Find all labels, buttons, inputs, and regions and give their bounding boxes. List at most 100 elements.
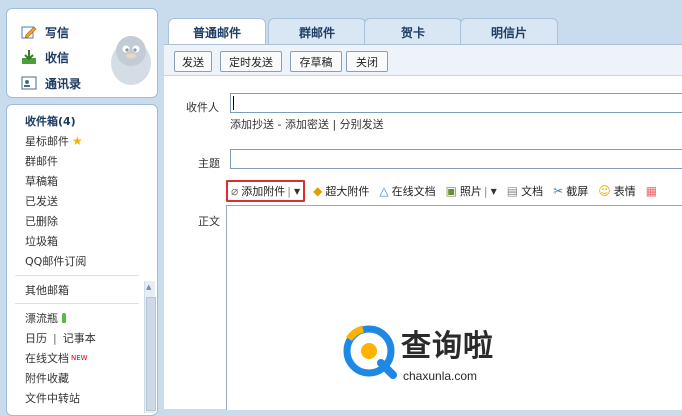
emoji-button[interactable]: ☺ 表情: [598, 183, 636, 199]
divider-text: |: [287, 184, 291, 198]
folder-qq-subscriptions[interactable]: QQ邮件订阅: [25, 252, 86, 270]
recipient-options: 添加抄送 - 添加密送 | 分别发送: [230, 116, 384, 132]
tab-label: 贺卡: [400, 25, 425, 40]
online-doc-icon: △: [379, 184, 389, 198]
text-caret: [233, 96, 234, 110]
separator: |: [328, 118, 340, 131]
more-tools-button[interactable]: ▦: [646, 184, 660, 198]
recipient-input[interactable]: [230, 93, 682, 113]
folder-group-mail[interactable]: 群邮件: [25, 152, 58, 170]
to-label: 收件人: [186, 101, 219, 114]
divider: [15, 275, 139, 276]
separator: -: [274, 118, 285, 131]
emoji-label: 表情: [613, 185, 636, 198]
inbox-button[interactable]: 收信: [21, 46, 69, 68]
folder-deleted-label: 已删除: [25, 215, 58, 228]
compose-button[interactable]: 写信: [21, 21, 69, 43]
add-bcc-link[interactable]: 添加密送: [285, 118, 329, 131]
tab-label: 普通邮件: [192, 26, 241, 40]
qq-penguin-icon: [111, 36, 151, 85]
tab-group-mail[interactable]: 群邮件: [268, 18, 366, 45]
large-attachment-button[interactable]: ◆ 超大附件: [313, 183, 369, 199]
tab-normal-mail[interactable]: 普通邮件: [168, 18, 266, 46]
new-badge: NEW: [71, 354, 88, 362]
divider-text: |: [483, 184, 488, 198]
add-cc-link[interactable]: 添加抄送: [230, 118, 274, 131]
folder-spam-label: 垃圾箱: [25, 235, 58, 248]
scrollbar-thumb[interactable]: [146, 297, 156, 411]
scroll-up-icon[interactable]: ▲: [146, 283, 151, 291]
sidebar-scrollbar[interactable]: ▲: [144, 281, 156, 413]
app-drift-bottle-label: 漂流瓶: [25, 312, 58, 325]
sidebar: 写信 收信 通讯录 收件箱(4) 星标邮件★ 群邮件 草稿箱 已发送 已删除: [6, 8, 158, 416]
screenshot-label: 截屏: [566, 185, 589, 198]
save-draft-button[interactable]: 存草稿: [290, 51, 342, 72]
folder-sent[interactable]: 已发送: [25, 192, 58, 210]
chevron-down-icon[interactable]: ▼: [294, 187, 300, 196]
app-file-transfer-label: 文件中转站: [25, 392, 80, 405]
watermark-brand: 查询啦: [401, 329, 494, 364]
folder-list: 收件箱(4) 星标邮件 ★ 群邮件 草稿箱 已发送 已删除 垃圾箱 QQ邮件订阅 …: [6, 104, 158, 416]
quick-actions-panel: 写信 收信 通讯录: [6, 8, 158, 98]
contacts-button[interactable]: 通讯录: [21, 72, 81, 94]
document-button[interactable]: ▤ 文档: [507, 183, 543, 199]
app-attachment-favorites[interactable]: 附件收藏: [25, 369, 69, 387]
compose-label: 写信: [45, 25, 70, 40]
app-online-docs-label: 在线文档: [25, 352, 69, 365]
folder-sent-label: 已发送: [25, 195, 58, 208]
app-drift-bottle[interactable]: 漂流瓶: [25, 309, 66, 327]
folder-starred-label: 星标邮件: [25, 135, 69, 148]
folder-starred[interactable]: 星标邮件 ★: [25, 132, 83, 150]
divider-text: |: [53, 331, 57, 345]
close-button[interactable]: 关闭: [346, 51, 388, 72]
separate-send-link[interactable]: 分别发送: [340, 118, 384, 131]
screenshot-icon: ✂: [553, 184, 564, 198]
folder-spam[interactable]: 垃圾箱: [25, 232, 58, 250]
folder-group-mail-label: 群邮件: [25, 155, 58, 168]
divider: [15, 303, 139, 304]
emoji-icon: ☺: [598, 184, 611, 198]
subject-label: 主题: [198, 157, 220, 170]
other-mailboxes-label: 其他邮箱: [25, 284, 69, 297]
other-mailboxes[interactable]: 其他邮箱: [25, 281, 69, 299]
contacts-card-icon: [21, 75, 37, 91]
timed-send-button[interactable]: 定时发送: [220, 51, 282, 72]
app-online-docs[interactable]: 在线文档 NEW: [25, 349, 88, 367]
online-doc-label: 在线文档: [391, 185, 436, 198]
photo-button[interactable]: ▣ 照片 | ▼: [446, 183, 497, 199]
folder-inbox[interactable]: 收件箱(4): [25, 112, 76, 130]
subject-input[interactable]: [230, 149, 682, 169]
folder-inbox-label: 收件箱(4): [25, 115, 76, 128]
online-doc-button[interactable]: △ 在线文档: [379, 183, 435, 199]
large-attachment-label: 超大附件: [325, 185, 370, 198]
tab-label: 明信片: [490, 25, 527, 40]
attachment-toolbar: ⌀ 添加附件 | ▼ ◆ 超大附件 △ 在线文档 ▣ 照片 | ▼ ▤ 文档 ✂…: [226, 179, 682, 203]
add-attachment-button[interactable]: ⌀ 添加附件 | ▼: [226, 180, 306, 202]
grid-icon: ▦: [645, 184, 658, 198]
folder-drafts-label: 草稿箱: [25, 175, 58, 188]
contacts-label: 通讯录: [45, 76, 82, 91]
app-attachment-favorites-label: 附件收藏: [25, 372, 69, 385]
tab-postcard[interactable]: 明信片: [460, 18, 558, 45]
large-attachment-icon: ◆: [313, 184, 323, 198]
star-icon: ★: [72, 134, 83, 148]
pencil-icon: [21, 24, 37, 40]
compose-toolbar: 发送 定时发送 存草稿 关闭: [164, 45, 682, 76]
send-button[interactable]: 发送: [174, 51, 212, 72]
document-icon: ▤: [506, 184, 519, 198]
chaxunla-watermark: 查询啦 chaxunla.com: [343, 323, 523, 393]
app-calendar[interactable]: 日历: [25, 330, 47, 346]
folder-deleted[interactable]: 已删除: [25, 212, 58, 230]
paperclip-icon: ⌀: [231, 184, 239, 198]
document-label: 文档: [521, 185, 544, 198]
photo-label: 照片: [459, 185, 482, 198]
screenshot-button[interactable]: ✂ 截屏: [553, 183, 588, 199]
app-calendar-notes: 日历 | 记事本: [25, 329, 96, 347]
app-file-transfer[interactable]: 文件中转站: [25, 389, 80, 407]
app-notepad[interactable]: 记事本: [63, 330, 96, 346]
tab-greeting-card[interactable]: 贺卡: [364, 18, 462, 45]
folder-drafts[interactable]: 草稿箱: [25, 172, 58, 190]
chevron-down-icon[interactable]: ▼: [491, 187, 497, 196]
folder-qq-subscriptions-label: QQ邮件订阅: [25, 255, 87, 268]
watermark-url: chaxunla.com: [403, 369, 478, 383]
